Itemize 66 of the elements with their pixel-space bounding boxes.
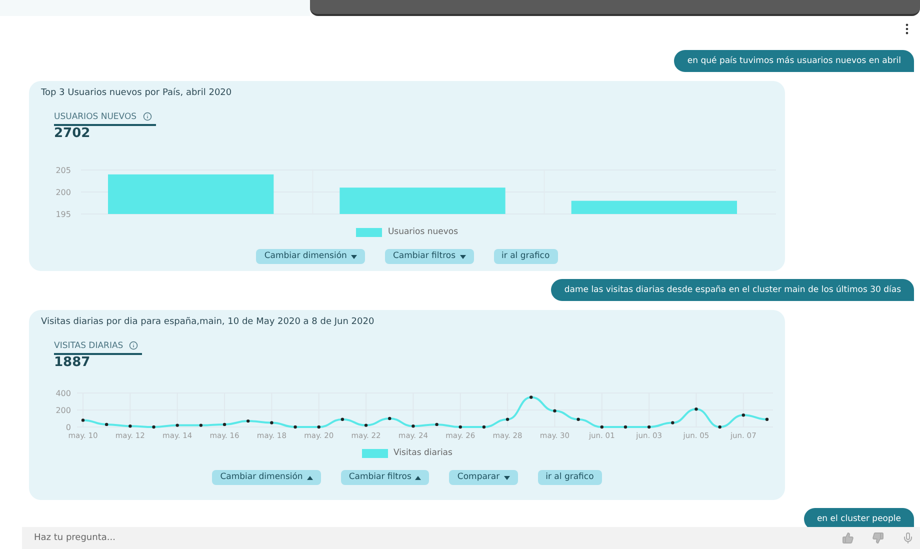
axis-label: 195 — [56, 210, 71, 220]
data-point — [412, 424, 415, 428]
info-icon — [129, 341, 138, 350]
data-point — [553, 410, 556, 413]
caret-icon — [350, 254, 357, 258]
axis-label: 200 — [56, 406, 71, 416]
data-point — [647, 426, 651, 429]
axis-label: 0 — [66, 423, 71, 432]
question-field[interactable]: Haz tu pregunta... — [22, 527, 842, 549]
data-point — [506, 418, 510, 422]
caret-icon — [460, 254, 466, 258]
caret-icon — [415, 476, 422, 480]
axis-label: 400 — [56, 389, 71, 398]
data-point — [694, 408, 698, 411]
legend-swatch — [362, 449, 388, 458]
metric-label: USUARIOS NUEVOS — [54, 110, 137, 124]
data-point — [364, 424, 368, 428]
data-point — [530, 396, 533, 400]
caret-icon — [306, 476, 313, 480]
legend-label: Usuarios nuevos — [388, 226, 458, 239]
data-point — [388, 417, 392, 420]
data-point — [624, 426, 628, 429]
card-title: Top 3 Usuarios nuevos por País, abril 2020 — [41, 87, 233, 100]
data-point — [340, 418, 344, 422]
data-point — [222, 423, 226, 426]
data-point — [270, 421, 274, 425]
action-button[interactable]: ir al grafico — [494, 249, 558, 264]
data-point — [458, 426, 462, 429]
axis-label: 200 — [56, 188, 71, 198]
legend-label: Visitas diarias — [394, 447, 452, 460]
data-point — [176, 424, 179, 428]
data-point — [128, 424, 132, 428]
data-point — [765, 418, 769, 422]
data-point — [742, 414, 746, 417]
data-point — [294, 426, 297, 429]
user-message: dame las visitas diarias desde españa en el cluster main de los últimos 30 días — [551, 279, 914, 301]
data-point — [718, 426, 722, 429]
data-point — [317, 426, 320, 429]
card-title: Visitas diarias por dia para españa,main, 10 de May 2020 a 8 de Jun 2020 — [41, 316, 376, 329]
data-point — [482, 426, 486, 429]
action-button[interactable]: Cambiar dimensión — [212, 470, 321, 485]
action-button[interactable]: ir al grafico — [538, 470, 602, 485]
data-point — [576, 418, 580, 422]
data-point — [81, 418, 85, 422]
data-point — [199, 424, 203, 428]
data-point — [104, 423, 108, 426]
action-button[interactable]: Cambiar dimensión — [256, 249, 365, 264]
data-point — [152, 426, 156, 429]
data-point — [435, 423, 438, 426]
data-point — [671, 421, 674, 425]
action-button[interactable]: Comparar — [449, 470, 518, 485]
metric-value: 1887 — [54, 355, 92, 372]
thumbs-up-icon[interactable] — [842, 532, 854, 544]
data-point — [246, 420, 250, 423]
action-button[interactable]: Cambiar filtros — [384, 249, 474, 264]
info-icon — [142, 112, 152, 122]
action-button[interactable]: Cambiar filtros — [340, 470, 430, 485]
user-message: en qué país tuvimos más usuarios nuevos en abril — [674, 50, 914, 72]
metric-label: VISITAS DIARIAS — [54, 340, 124, 352]
thumbs-down-icon[interactable] — [872, 532, 884, 544]
legend-swatch — [356, 228, 382, 238]
mic-icon[interactable] — [902, 532, 914, 544]
data-point — [600, 426, 604, 429]
metric-value: 2702 — [54, 126, 92, 142]
caret-icon — [504, 476, 510, 480]
axis-label: 205 — [56, 166, 71, 176]
